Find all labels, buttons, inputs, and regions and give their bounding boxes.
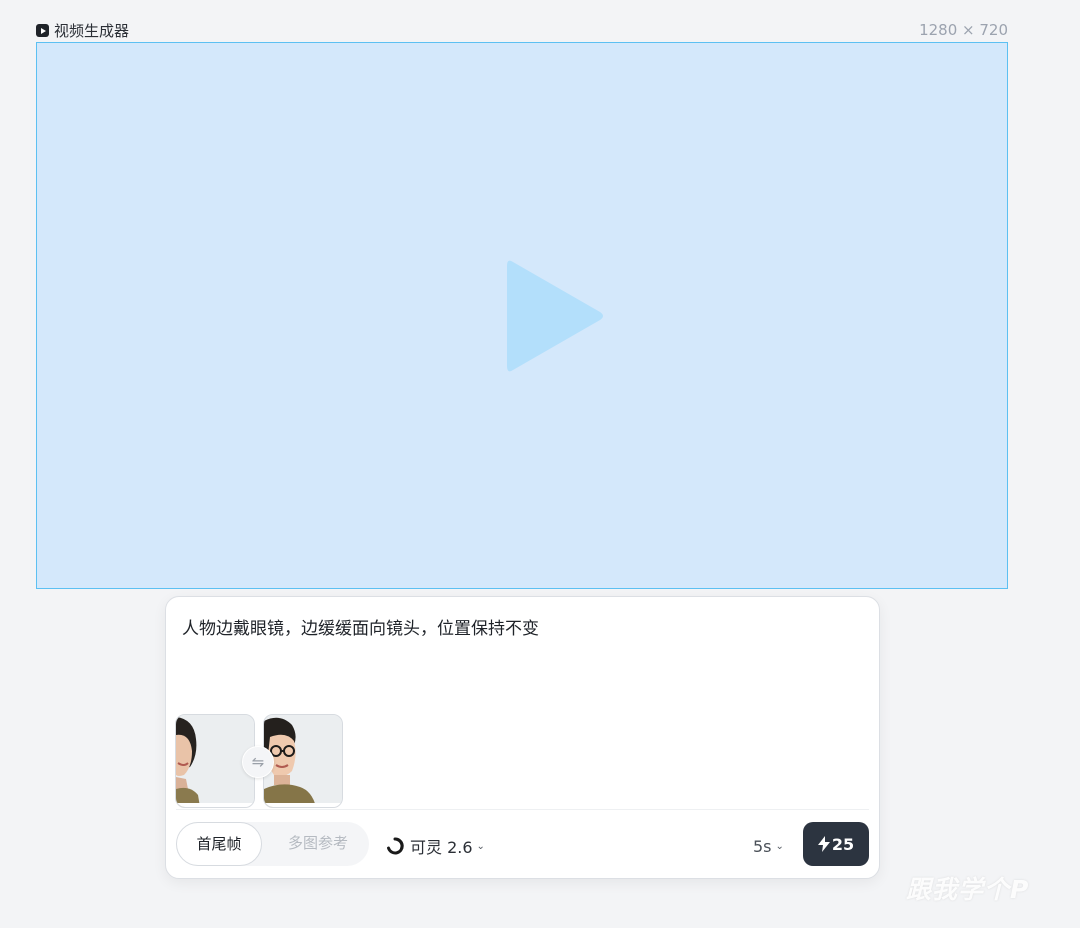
mode-multi-image-reference[interactable]: 多图参考 bbox=[270, 822, 366, 864]
generate-credits: 25 bbox=[831, 834, 855, 854]
model-select[interactable]: 可灵 2.6 ⌄ bbox=[386, 834, 485, 858]
generate-button[interactable]: 25 bbox=[803, 822, 869, 866]
chevron-down-icon: ⌄ bbox=[775, 840, 784, 852]
watermark: 跟我学个P bbox=[906, 875, 1030, 904]
duration-select[interactable]: 5s ⌄ bbox=[753, 834, 784, 858]
swap-icon: ⇋ bbox=[251, 753, 265, 771]
bolt-icon bbox=[817, 836, 830, 852]
chevron-down-icon: ⌄ bbox=[476, 840, 485, 852]
swap-frames-button[interactable]: ⇋ bbox=[242, 746, 274, 778]
prompt-card: 人物边戴眼镜，边缓缓面向镜头，位置保持不变 ⇋ 首尾帧 多图参考 可灵 2.6 … bbox=[165, 596, 880, 879]
divider bbox=[176, 809, 869, 810]
video-preview[interactable] bbox=[36, 42, 1008, 589]
canvas-title: 视频生成器 bbox=[36, 20, 129, 41]
play-icon[interactable] bbox=[499, 256, 609, 376]
kling-logo-icon bbox=[386, 837, 404, 855]
canvas-title-label: 视频生成器 bbox=[54, 22, 130, 40]
canvas-header: 视频生成器 1280 × 720 bbox=[36, 18, 1008, 40]
video-icon bbox=[36, 24, 49, 37]
mode-first-last-frame[interactable]: 首尾帧 bbox=[176, 822, 262, 866]
mode-toggle: 首尾帧 多图参考 bbox=[176, 822, 369, 866]
duration-label: 5s bbox=[753, 836, 772, 856]
last-frame-image bbox=[264, 715, 342, 807]
last-frame-thumbnail[interactable] bbox=[263, 714, 343, 808]
prompt-input[interactable]: 人物边戴眼镜，边缓缓面向镜头，位置保持不变 bbox=[182, 617, 862, 641]
model-label: 可灵 2.6 bbox=[410, 838, 473, 857]
canvas-size-label: 1280 × 720 bbox=[919, 21, 1008, 39]
